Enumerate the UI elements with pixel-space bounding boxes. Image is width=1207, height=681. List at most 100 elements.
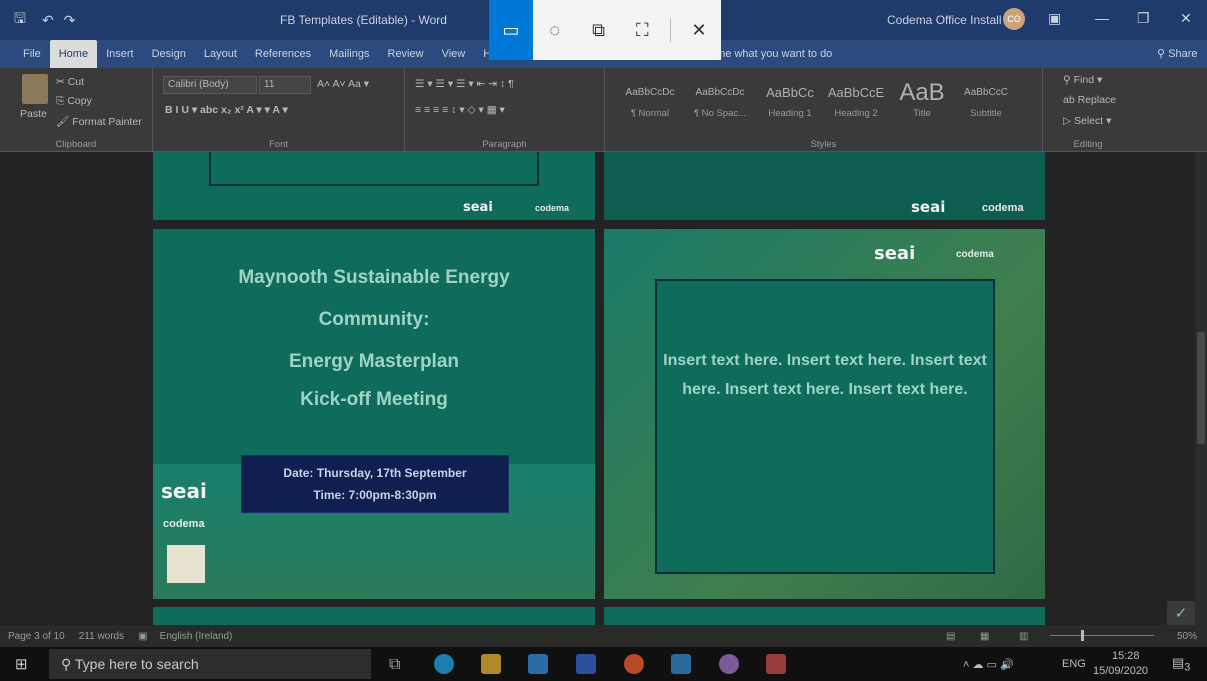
style-heading-1[interactable]: AaBbCc Heading 1	[757, 80, 823, 119]
checkmark-icon[interactable]: ✓	[1167, 601, 1195, 625]
save-icon[interactable]: 🖫	[14, 8, 26, 32]
tab-file[interactable]: File	[14, 40, 50, 68]
format-painter-button[interactable]: 🖌 Format Painter	[56, 115, 142, 128]
redo-icon[interactable]: ↷	[64, 12, 76, 29]
clock-time[interactable]: 15:28	[1112, 650, 1140, 662]
tab-design[interactable]: Design	[143, 40, 195, 68]
page-count[interactable]: Page 3 of 10	[8, 631, 65, 642]
seai-logo: seai	[874, 243, 916, 264]
file-explorer-icon[interactable]	[481, 654, 501, 674]
replace-button[interactable]: ab Replace	[1063, 94, 1116, 106]
input-language[interactable]: ENG	[1062, 658, 1086, 670]
snip-divider	[670, 18, 672, 42]
placeholder-text-frame[interactable]: Insert text here. Insert text here. Inse…	[655, 279, 995, 574]
taskbar-search[interactable]: ⚲ Type here to search	[49, 649, 371, 679]
font-format-buttons[interactable]: B I U ▾ abc x₂ x² A ▾ ▾ A ▾	[165, 104, 288, 116]
freeform-snip-button[interactable]: ◌	[533, 0, 577, 60]
proofing-icon[interactable]: ▣	[138, 631, 147, 642]
outlook-icon[interactable]	[528, 654, 548, 674]
ribbon-display-icon[interactable]: ▣	[1048, 10, 1061, 27]
read-mode-icon[interactable]: ▤	[946, 631, 955, 642]
tab-home[interactable]: Home	[49, 40, 98, 68]
app-icon[interactable]	[719, 654, 739, 674]
cut-button[interactable]: ✂ Cut	[56, 76, 84, 88]
zoom-slider[interactable]	[1050, 635, 1154, 636]
font-size-box[interactable]: 11	[259, 76, 311, 94]
windows-start-icon[interactable]: ⊞	[15, 655, 28, 673]
share-button[interactable]: ⚲ Share	[1157, 47, 1197, 60]
date-line: Date: Thursday, 17th September	[283, 466, 467, 480]
list-buttons[interactable]: ☰ ▾ ☰ ▾ ☰ ▾ ⇤ ⇥ ↕ ¶	[415, 78, 514, 90]
chrome-icon[interactable]	[624, 654, 644, 674]
seai-logo: seai	[911, 198, 946, 216]
snip-sketch-icon[interactable]	[766, 654, 786, 674]
tab-view[interactable]: View	[433, 40, 475, 68]
format-painter-label: Format Painter	[72, 116, 142, 128]
style-subtitle[interactable]: AaBbCcC Subtitle	[953, 80, 1019, 119]
styles-group: AaBbCcDc ¶ Normal AaBbCcDc ¶ No Spac... AaBb…	[605, 68, 1043, 152]
snip-close-button[interactable]: ✕	[677, 0, 721, 60]
style-name: Subtitle	[970, 108, 1002, 119]
page-top-left: seai codema	[153, 152, 595, 220]
document-canvas[interactable]: seai codema seai codema Maynooth Sustain…	[0, 152, 1195, 625]
tab-review[interactable]: Review	[379, 40, 433, 68]
editing-group: ⚲ Find ▾ ab Replace ▷ Select ▾ Editing	[1043, 68, 1133, 152]
select-button[interactable]: ▷ Select ▾	[1063, 115, 1111, 127]
copy-label: Copy	[67, 95, 92, 107]
undo-icon[interactable]: ↶	[42, 12, 54, 29]
codema-logo: codema	[982, 202, 1024, 214]
search-placeholder: Type here to search	[74, 656, 199, 672]
tab-insert[interactable]: Insert	[97, 40, 143, 68]
style--normal[interactable]: AaBbCcDc ¶ Normal	[617, 80, 683, 119]
style-preview: AaBbCcDc	[625, 87, 675, 98]
tab-mailings[interactable]: Mailings	[320, 40, 378, 68]
copy-button[interactable]: ⎘ Copy	[56, 95, 92, 108]
event-title-line: Kick-off Meeting	[300, 389, 448, 410]
align-buttons[interactable]: ≡ ≡ ≡ ≡ ↕ ▾ ◇ ▾ ▦ ▾	[415, 104, 505, 116]
tray-icons[interactable]: ˄ ☁ ▭ 🔊	[963, 658, 1014, 671]
close-button[interactable]: ✕	[1180, 10, 1192, 27]
word-icon[interactable]	[576, 654, 596, 674]
word-count[interactable]: 211 words	[79, 631, 124, 642]
account-name[interactable]: Codema Office Install	[887, 13, 1002, 27]
clipboard-group: Paste ✂ Cut ⎘ Copy 🖌 Format Painter Clip…	[0, 68, 153, 152]
style-name: Heading 2	[834, 108, 878, 119]
print-layout-icon[interactable]: ▦	[980, 631, 989, 642]
mail-icon[interactable]	[671, 654, 691, 674]
tab-references[interactable]: References	[246, 40, 320, 68]
font-group: Calibri (Body) 11 A˄ A˅ Aa ▾ B I U ▾ abc…	[153, 68, 405, 152]
find-button[interactable]: ⚲ Find ▾	[1063, 74, 1102, 86]
avatar[interactable]: CO	[1003, 8, 1025, 30]
clock-date[interactable]: 15/09/2020	[1093, 665, 1148, 677]
paste-icon[interactable]	[22, 74, 48, 104]
maximize-button[interactable]: ❐	[1137, 10, 1150, 27]
language[interactable]: English (Ireland)	[160, 631, 233, 642]
style-heading-2[interactable]: AaBbCcE Heading 2	[823, 80, 889, 119]
fullscreen-snip-button[interactable]: ⛶	[620, 0, 664, 60]
window-snip-button[interactable]: ⧉	[577, 0, 621, 60]
font-name-box[interactable]: Calibri (Body)	[163, 76, 257, 94]
page-bottom-left	[153, 607, 595, 625]
scrollbar-thumb[interactable]	[1197, 332, 1205, 444]
tab-layout[interactable]: Layout	[195, 40, 246, 68]
ribbon: Paste ✂ Cut ⎘ Copy 🖌 Format Painter Clip…	[0, 68, 1207, 152]
minimize-button[interactable]: —	[1095, 10, 1109, 26]
style-title[interactable]: AaB Title	[889, 80, 955, 120]
tab-row: File Home Insert Design Layout References Mail…	[14, 40, 568, 68]
web-layout-icon[interactable]: ▥	[1019, 631, 1028, 642]
window-title: FB Templates (Editable) - Word	[280, 13, 447, 27]
event-title-line: Maynooth Sustainable Energy	[238, 267, 510, 288]
edge-icon[interactable]	[434, 654, 454, 674]
font-size-buttons[interactable]: A˄ A˅ Aa ▾	[317, 78, 369, 90]
zoom-slider-handle[interactable]	[1081, 630, 1084, 641]
zoom-level[interactable]: 50%	[1177, 631, 1197, 642]
community-logo	[167, 545, 205, 583]
style-preview: AaBbCcC	[964, 87, 1008, 98]
vertical-scrollbar[interactable]	[1195, 152, 1207, 625]
style-preview: AaBbCc	[766, 85, 814, 100]
task-view-icon[interactable]: ⧉	[389, 656, 400, 674]
rectangular-snip-button[interactable]: ▭	[489, 0, 533, 60]
paste-button[interactable]: Paste	[20, 108, 47, 120]
notifications-icon[interactable]: ▤3	[1172, 655, 1190, 674]
style--no-spac-[interactable]: AaBbCcDc ¶ No Spac...	[687, 80, 753, 119]
